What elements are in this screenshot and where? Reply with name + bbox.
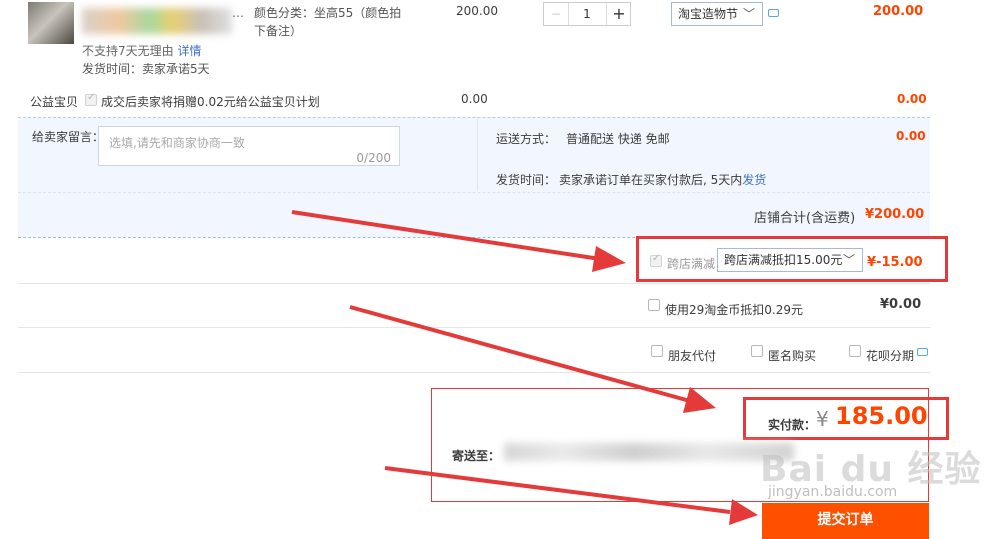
store-total-label: 店铺合计(含运费) xyxy=(754,211,856,226)
anonymous-checkbox[interactable] xyxy=(751,345,763,357)
qty-plus-button[interactable]: + xyxy=(606,3,631,25)
qty-input[interactable]: 1 xyxy=(568,3,606,25)
baidu-watermark-url: jingyan.baidu.com xyxy=(768,484,898,500)
friend-pay-label: 朋友代付 xyxy=(668,349,717,363)
chat-icon[interactable] xyxy=(768,9,779,17)
block-mid-divider xyxy=(18,192,930,193)
product-title-blurred xyxy=(82,8,232,34)
ship-time-link[interactable]: 发货 xyxy=(742,173,766,187)
annotation-box-discount xyxy=(636,236,948,282)
paid-value: 185.00 xyxy=(835,402,928,430)
item-subtotal: 200.00 xyxy=(873,4,924,19)
block-column-divider xyxy=(477,118,478,191)
promo-select-value: 淘宝造物节 xyxy=(678,7,739,21)
message-placeholder: 选填,请先和商家协商一致 xyxy=(109,136,245,150)
paid-currency: ¥ xyxy=(816,407,829,431)
message-label: 给卖家留言： xyxy=(32,130,105,144)
coins-label: 使用29淘金币抵扣0.29元 xyxy=(665,303,803,317)
huabei-label: 花呗分期 xyxy=(866,349,915,363)
ship-method-label: 运送方式： xyxy=(496,132,557,146)
chevron-down-icon: ﹀ xyxy=(742,7,755,21)
ship-to-label: 寄送至： xyxy=(452,449,501,463)
coins-value: ¥0.00 xyxy=(880,297,922,312)
arrow-annotation-head xyxy=(592,246,626,272)
chat-icon[interactable] xyxy=(917,348,928,356)
color-spec: 颜色分类：坐高55（颜色拍下备注） xyxy=(254,6,402,38)
product-thumbnail[interactable] xyxy=(28,2,74,44)
anonymous-label: 匿名购买 xyxy=(768,349,817,363)
charity-amount-right: 0.00 xyxy=(897,92,927,106)
arrow-annotation-head xyxy=(729,499,758,525)
submit-order-label: 提交订单 xyxy=(817,512,874,528)
charity-label: 公益宝贝 xyxy=(30,95,79,109)
charity-text: 成交后卖家将捐赠0.02元给公益宝贝计划 xyxy=(101,95,320,109)
details-link[interactable]: 详情 xyxy=(177,44,201,58)
submit-order-button[interactable]: 提交订单 xyxy=(762,503,929,539)
row-divider xyxy=(18,327,930,328)
huabei-checkbox[interactable] xyxy=(849,345,861,357)
ship-method-price: 0.00 xyxy=(896,129,926,143)
message-input[interactable]: 选填,请先和商家协商一致 0/200 xyxy=(98,126,400,166)
item-ship-time: 发货时间：卖家承诺5天 xyxy=(82,62,210,76)
row-divider xyxy=(18,372,930,373)
block-top-divider xyxy=(18,117,930,118)
arrow-annotation xyxy=(349,305,691,403)
quantity-stepper[interactable]: − 1 + xyxy=(543,2,631,26)
row-divider xyxy=(18,283,930,284)
ship-time-value: 卖家承诺订单在买家付款后, 5天内发货 xyxy=(559,173,767,187)
friend-pay-checkbox[interactable] xyxy=(651,345,663,357)
message-counter: 0/200 xyxy=(356,151,391,165)
ship-time-label: 发货时间： xyxy=(496,173,557,187)
ship-to-address-blurred xyxy=(504,443,794,461)
charity-checkbox[interactable] xyxy=(85,92,97,106)
ship-method-value: 普通配送 快递 免邮 xyxy=(566,132,670,146)
promo-select[interactable]: 淘宝造物节 ﹀ xyxy=(671,2,763,26)
coins-checkbox[interactable] xyxy=(648,299,660,311)
paid-label: 实付款： xyxy=(768,418,817,432)
charity-amount: 0.00 xyxy=(461,92,488,106)
store-total-value: ¥200.00 xyxy=(865,207,925,222)
product-title-tail: … xyxy=(232,6,244,20)
no-return-text: 不支持7天无理由 详情 xyxy=(82,44,202,58)
qty-minus-button[interactable]: − xyxy=(544,3,569,25)
unit-price: 200.00 xyxy=(456,4,498,18)
